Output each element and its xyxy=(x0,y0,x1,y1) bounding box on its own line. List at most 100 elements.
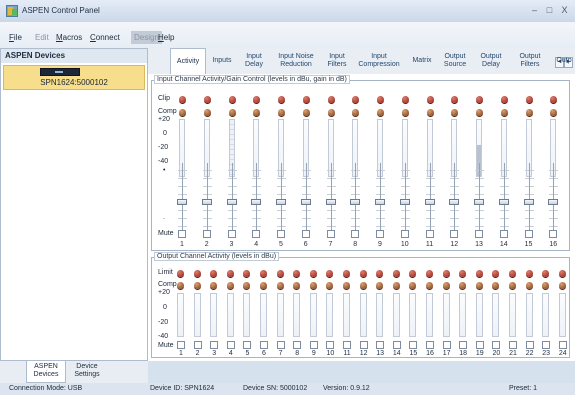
output-mute-checkbox[interactable] xyxy=(326,341,335,349)
title-bar: ASPEN Control Panel – □ X xyxy=(0,0,575,22)
output-mute-checkbox[interactable] xyxy=(426,341,434,349)
minimize-button[interactable]: – xyxy=(528,3,541,17)
output-level-meter xyxy=(392,293,400,337)
gain-fader-knob[interactable] xyxy=(474,199,484,205)
tab-aspen-devices[interactable]: ASPEN Devices xyxy=(26,361,66,383)
limit-led xyxy=(226,270,234,277)
tab-matrix[interactable]: Matrix xyxy=(407,48,437,74)
fader-track xyxy=(454,163,456,231)
channel-number: 14 xyxy=(499,241,508,248)
output-mute-checkbox[interactable] xyxy=(459,341,468,349)
tab-output-delay[interactable]: Output Delay xyxy=(474,48,508,74)
output-mute-checkbox[interactable] xyxy=(177,341,185,349)
mute-label: Mute xyxy=(158,230,174,237)
output-mute-checkbox[interactable] xyxy=(409,341,418,349)
gain-fader-knob[interactable] xyxy=(251,199,262,205)
clip-label: Clip xyxy=(158,95,171,102)
tab-input-filters[interactable]: Input Filters xyxy=(320,48,354,74)
mute-checkbox[interactable] xyxy=(277,230,285,238)
mute-checkbox[interactable] xyxy=(400,230,409,238)
menu-item-connect[interactable]: Connect xyxy=(90,33,120,42)
mute-checkbox[interactable] xyxy=(227,230,236,238)
output-level-meter xyxy=(558,293,566,337)
output-mute-checkbox[interactable] xyxy=(509,341,517,349)
output-mute-checkbox[interactable] xyxy=(193,341,202,349)
menu-item-edit[interactable]: Edit xyxy=(35,33,49,42)
tab-output-source[interactable]: Output Source xyxy=(438,48,472,74)
mute-checkbox[interactable] xyxy=(425,230,434,238)
output-mute-checkbox[interactable] xyxy=(226,341,235,349)
output-mute-checkbox[interactable] xyxy=(276,341,285,349)
output-level-meter xyxy=(343,293,350,337)
tab-input-noise-reduction[interactable]: Input Noise Reduction xyxy=(272,48,320,74)
menu-item-help[interactable]: Help xyxy=(158,33,174,42)
input-group-title: Input Channel Activity/Gain Control (lev… xyxy=(154,75,350,84)
output-comp-led xyxy=(193,282,201,289)
maximize-button[interactable]: □ xyxy=(543,3,556,17)
output-mute-checkbox[interactable] xyxy=(293,341,302,349)
device-list-item[interactable]: SPN1624:5000102 xyxy=(3,65,145,90)
fader-track xyxy=(528,163,530,231)
output-mute-checkbox[interactable] xyxy=(475,341,484,349)
gain-fader-knob[interactable] xyxy=(177,199,187,205)
mute-checkbox[interactable] xyxy=(252,230,261,238)
mute-checkbox[interactable] xyxy=(499,230,508,238)
output-channel-number: 11 xyxy=(343,350,351,357)
mute-checkbox[interactable] xyxy=(326,230,335,238)
output-mute-checkbox[interactable] xyxy=(210,341,219,349)
gain-fader-knob[interactable] xyxy=(449,199,460,205)
output-scale-0-label: 0 xyxy=(163,304,167,311)
output-mute-checkbox[interactable] xyxy=(392,341,401,349)
tab-activity[interactable]: Activity xyxy=(170,48,206,74)
mute-checkbox[interactable] xyxy=(202,230,211,238)
device-label: SPN1624:5000102 xyxy=(40,78,108,87)
menu-item-file[interactable]: File xyxy=(9,33,22,42)
gain-fader-knob[interactable] xyxy=(523,199,534,205)
output-level-meter xyxy=(442,293,450,337)
gain-fader-knob[interactable] xyxy=(350,199,361,205)
gain-fader-knob[interactable] xyxy=(325,199,336,205)
mute-checkbox[interactable] xyxy=(376,230,384,238)
mute-checkbox[interactable] xyxy=(351,230,360,238)
mute-checkbox[interactable] xyxy=(301,230,310,238)
tab-device-settings[interactable]: Device Settings xyxy=(66,361,108,383)
output-mute-checkbox[interactable] xyxy=(558,341,567,349)
output-level-meter xyxy=(359,293,367,337)
gain-fader-knob[interactable] xyxy=(548,199,559,205)
gain-fader-knob[interactable] xyxy=(300,199,311,205)
limit-led xyxy=(193,270,201,277)
output-mute-checkbox[interactable] xyxy=(542,341,551,349)
output-mute-checkbox[interactable] xyxy=(442,341,451,349)
gain-fader-knob[interactable] xyxy=(226,199,237,205)
menu-item-macros[interactable]: Macros xyxy=(56,33,82,42)
tab-outp[interactable]: Outp xyxy=(553,48,575,74)
tab-inputs[interactable]: Inputs xyxy=(206,48,238,74)
fader-track xyxy=(256,163,258,231)
gain-fader-knob[interactable] xyxy=(399,199,410,205)
mute-checkbox[interactable] xyxy=(475,230,483,238)
output-mute-checkbox[interactable] xyxy=(243,341,252,349)
output-comp-led xyxy=(442,282,450,289)
output-mute-checkbox[interactable] xyxy=(525,341,534,349)
tab-input-delay[interactable]: Input Delay xyxy=(238,48,270,74)
tab-input-compression[interactable]: Input Compression xyxy=(354,48,404,74)
menu-label: Design xyxy=(134,33,159,42)
mute-checkbox[interactable] xyxy=(524,230,533,238)
mute-checkbox[interactable] xyxy=(549,230,558,238)
gain-fader-knob[interactable] xyxy=(498,199,509,205)
gain-fader-knob[interactable] xyxy=(375,199,385,205)
gain-fader-knob[interactable] xyxy=(201,199,212,205)
close-button[interactable]: X xyxy=(558,3,571,17)
output-mute-checkbox[interactable] xyxy=(309,341,318,349)
output-mute-checkbox[interactable] xyxy=(359,341,368,349)
tab-output-filters[interactable]: Output Filters xyxy=(511,48,549,74)
output-mute-checkbox[interactable] xyxy=(492,341,501,349)
gain-fader-knob[interactable] xyxy=(276,199,286,205)
output-mute-checkbox[interactable] xyxy=(376,341,385,349)
output-mute-checkbox[interactable] xyxy=(260,341,268,349)
mute-checkbox[interactable] xyxy=(178,230,186,238)
mute-checkbox[interactable] xyxy=(450,230,459,238)
input-activity-group: Input Channel Activity/Gain Control (lev… xyxy=(151,75,570,251)
gain-fader-knob[interactable] xyxy=(424,199,435,205)
output-mute-checkbox[interactable] xyxy=(343,341,351,349)
